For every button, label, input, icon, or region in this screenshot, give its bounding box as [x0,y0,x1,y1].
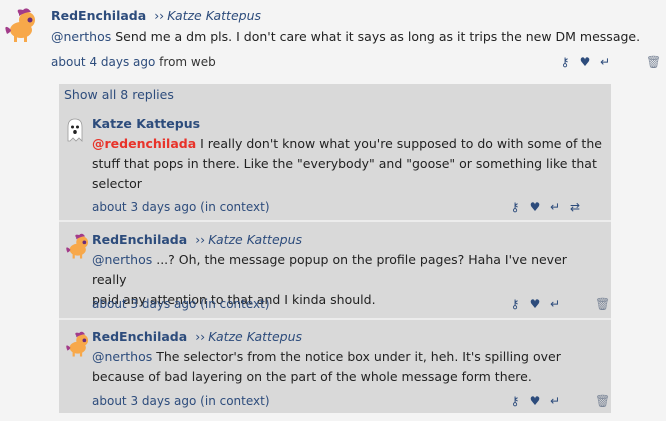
reply-thread: Show all 8 replies Katze Kattepus @reden… [59,84,611,413]
reply-icon[interactable]: ↵ [547,394,563,408]
timestamp-link[interactable]: about 3 days ago [92,200,196,214]
reply-item: RedEnchilada ›› Katze Kattepus @nerthos Th… [59,320,611,413]
avatar[interactable] [63,232,91,260]
heart-icon[interactable]: ♥ [577,55,593,69]
recipient-name[interactable]: Katze Kattepus [167,8,261,23]
key-icon[interactable]: ⚷ [507,200,523,214]
timestamp-link[interactable]: about 3 days ago [92,394,196,408]
notice-text: @nerthos Send me a dm pls. I don't care … [51,27,651,47]
trash-icon[interactable]: 🗑 [595,394,610,408]
avatar[interactable] [1,6,39,44]
reply-icon[interactable]: ↵ [597,55,613,69]
reply-text: @redenchilada I really don't know what y… [92,134,604,194]
arrows-icon: ›› [195,329,206,344]
reply-icon[interactable]: ↵ [547,200,563,214]
reply-line: because of bad layering on the part of t… [92,369,532,384]
trash-icon[interactable]: 🗑 [646,55,661,69]
in-context-link[interactable]: (in context) [200,200,269,214]
repeat-icon[interactable]: ⇄ [567,200,583,214]
reply-header: RedEnchilada ›› Katze Kattepus [92,232,302,247]
source-label: from web [159,55,216,69]
reply-text: @nerthos The selector's from the notice … [92,347,604,387]
reply-line: ...? Oh, the message popup on the profil… [92,252,567,287]
recipient-name[interactable]: Katze Kattepus [208,329,302,344]
in-context-link[interactable]: (in context) [200,297,269,311]
reply-icon[interactable]: ↵ [547,297,563,311]
author-name[interactable]: Katze Kattepus [92,116,200,131]
mention-link[interactable]: @nerthos [92,252,152,267]
reply-line: stuff that pops in there. Like the "ever… [92,156,597,171]
avatar[interactable] [65,117,85,143]
notice-actions: ⚷ ♥ ↵ [557,55,613,69]
main-notice: RedEnchilada ›› Katze Kattepus @nerthos Se… [0,0,666,80]
heart-icon[interactable]: ♥ [527,394,543,408]
reply-actions: ⚷ ♥ ↵ [507,394,563,408]
heart-icon[interactable]: ♥ [527,297,543,311]
reply-actions: ⚷ ♥ ↵ ⇄ [507,200,583,214]
author-name[interactable]: RedEnchilada [92,329,187,344]
timestamp-link[interactable]: about 3 days ago [92,297,196,311]
reply-line: The selector's from the notice box under… [152,349,561,364]
reply-meta: about 3 days ago (in context) [92,394,270,408]
mention-link[interactable]: @redenchilada [92,136,196,151]
reply-meta: about 3 days ago (in context) [92,200,270,214]
reply-item: RedEnchilada ›› Katze Kattepus @nerthos ..… [59,222,611,318]
arrows-icon: ›› [154,8,165,23]
key-icon[interactable]: ⚷ [507,394,523,408]
in-context-link[interactable]: (in context) [200,394,269,408]
reply-line: selector [92,176,142,191]
reply-header: RedEnchilada ›› Katze Kattepus [92,329,302,344]
notice-header: RedEnchilada ›› Katze Kattepus [51,8,261,23]
notice-meta: about 4 days ago from web [51,55,216,69]
mention-link[interactable]: @nerthos [92,349,152,364]
key-icon[interactable]: ⚷ [507,297,523,311]
show-all-replies-link[interactable]: Show all 8 replies [64,87,174,102]
author-name[interactable]: RedEnchilada [51,8,146,23]
timestamp-link[interactable]: about 4 days ago [51,55,155,69]
reply-meta: about 3 days ago (in context) [92,297,270,311]
reply-item: Katze Kattepus @redenchilada I really do… [59,107,611,219]
recipient-name[interactable]: Katze Kattepus [208,232,302,247]
reply-line: I really don't know what you're supposed… [196,136,602,151]
reply-actions: ⚷ ♥ ↵ [507,297,563,311]
mention-link[interactable]: @nerthos [51,29,111,44]
trash-icon[interactable]: 🗑 [595,297,610,311]
key-icon[interactable]: ⚷ [557,55,573,69]
author-name[interactable]: RedEnchilada [92,232,187,247]
avatar[interactable] [63,330,91,358]
heart-icon[interactable]: ♥ [527,200,543,214]
notice-body: Send me a dm pls. I don't care what it s… [111,29,641,44]
arrows-icon: ›› [195,232,206,247]
